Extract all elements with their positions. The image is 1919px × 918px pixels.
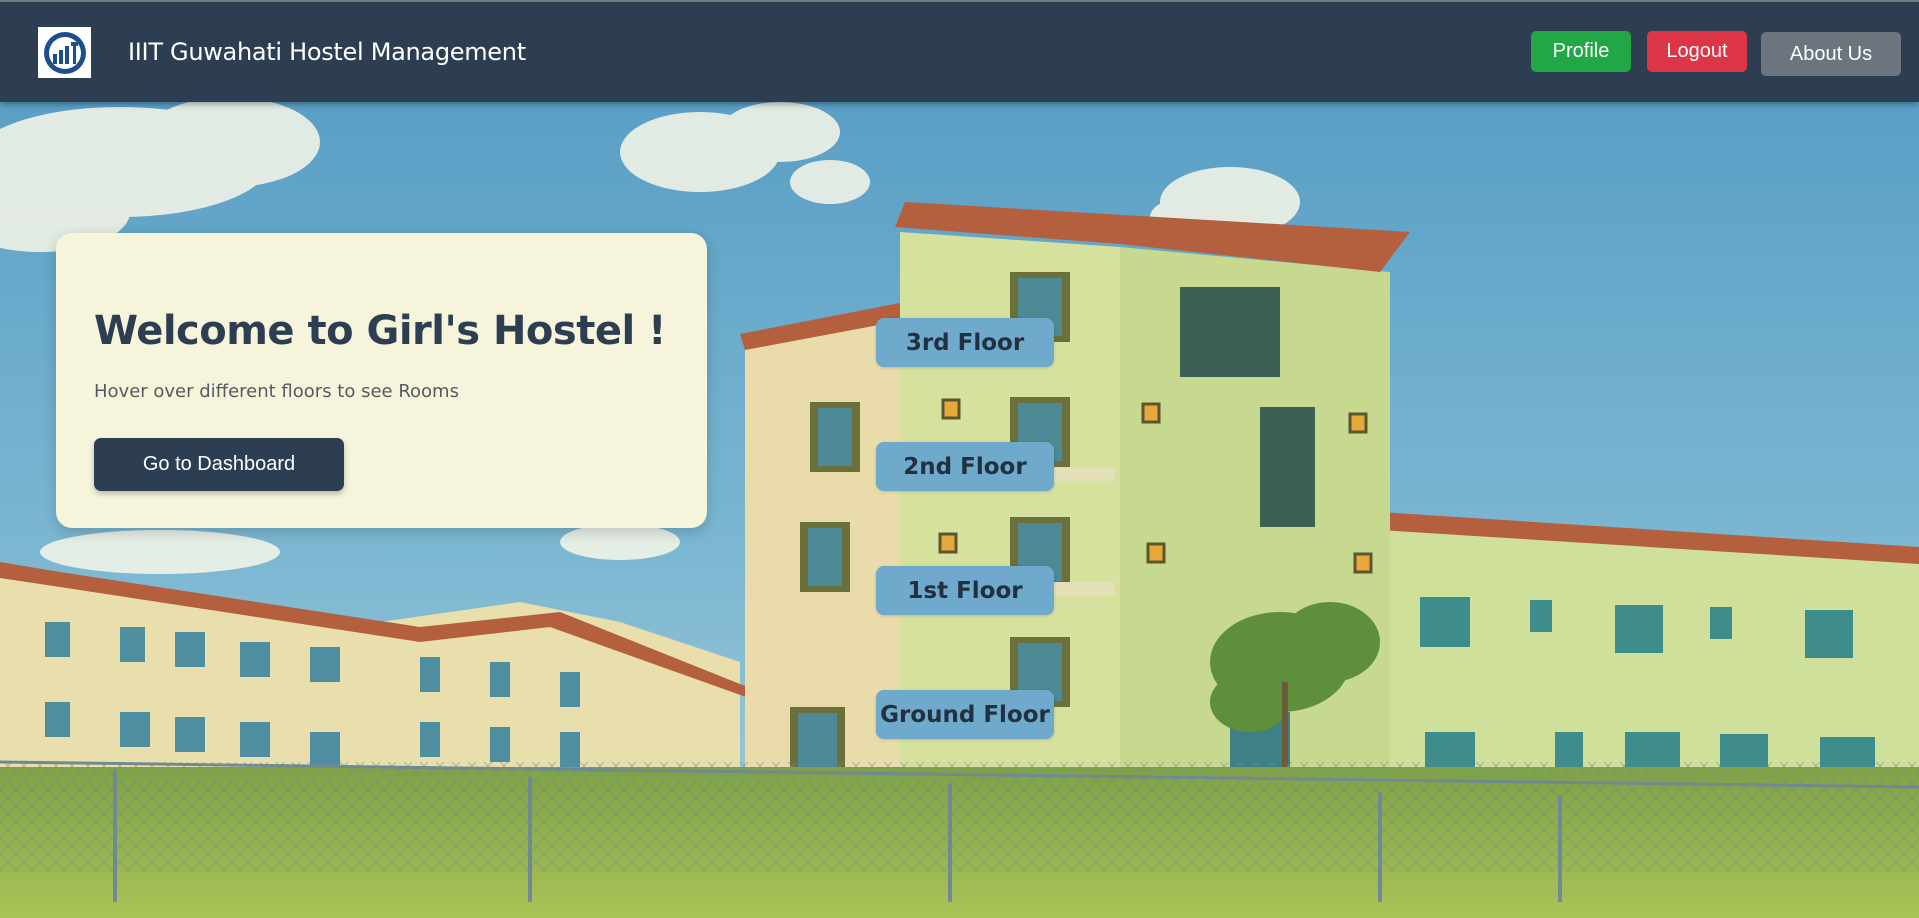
- welcome-card: Welcome to Girl's Hostel ! Hover over di…: [56, 233, 707, 528]
- welcome-subtitle: Hover over different floors to see Rooms: [94, 381, 459, 402]
- hero-section: Welcome to Girl's Hostel ! Hover over di…: [0, 102, 1919, 918]
- go-to-dashboard-button[interactable]: Go to Dashboard: [94, 438, 344, 491]
- navbar: IIIT Guwahati Hostel Management Profile …: [0, 2, 1919, 102]
- floor-button-1st[interactable]: 1st Floor: [876, 566, 1054, 615]
- floor-button-2nd[interactable]: 2nd Floor: [876, 442, 1054, 491]
- logout-button[interactable]: Logout: [1647, 31, 1747, 72]
- floor-button-3rd[interactable]: 3rd Floor: [876, 318, 1054, 367]
- floor-button-ground[interactable]: Ground Floor: [876, 690, 1054, 739]
- iiitg-logo-icon[interactable]: [38, 27, 91, 78]
- welcome-heading: Welcome to Girl's Hostel !: [94, 308, 666, 354]
- brand-title[interactable]: IIIT Guwahati Hostel Management: [128, 38, 526, 66]
- about-us-button[interactable]: About Us: [1761, 32, 1901, 76]
- profile-button[interactable]: Profile: [1531, 31, 1631, 72]
